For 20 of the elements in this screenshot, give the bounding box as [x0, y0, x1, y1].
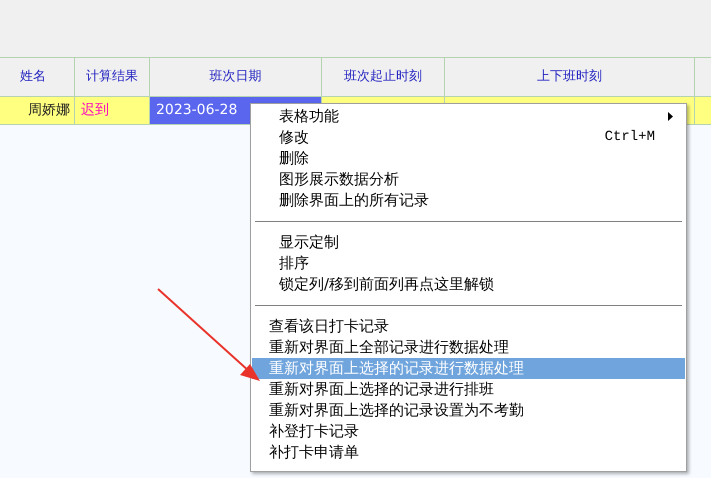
shortcut-label: Ctrl+M	[604, 128, 655, 147]
menu-item[interactable]: 修改 Ctrl+M	[252, 127, 685, 148]
menu-item[interactable]: 图形展示数据分析	[252, 169, 685, 190]
menu-item[interactable]: 排序	[252, 253, 685, 274]
menu-item[interactable]: 重新对界面上全部记录进行数据处理	[252, 337, 685, 358]
column-header[interactable]: 计算结果	[75, 58, 150, 96]
menu-item[interactable]: 重新对界面上选择的记录设置为不考勤	[252, 400, 685, 421]
menu-item[interactable]: 重新对界面上选择的记录进行排班	[252, 379, 685, 400]
column-header[interactable]: 班次日期	[150, 58, 322, 96]
menu-item[interactable]: 删除	[252, 148, 685, 169]
column-header[interactable]: 上下班时刻	[445, 58, 695, 96]
menu-item[interactable]: 删除界面上的所有记录	[252, 190, 685, 211]
menu-item[interactable]: 查看该日打卡记录	[252, 316, 685, 337]
menu-item[interactable]: 补登打卡记录	[252, 421, 685, 442]
menu-item[interactable]: 锁定列/移到前面列再点这里解锁	[252, 274, 685, 295]
table-cell: 周娇娜	[0, 97, 75, 124]
column-header[interactable]: 班次起止时刻	[322, 58, 445, 96]
menu-item[interactable]: 补打卡申请单	[252, 442, 685, 463]
column-header[interactable]: 姓名	[0, 58, 75, 96]
menu-item[interactable]: 显示定制	[252, 232, 685, 253]
